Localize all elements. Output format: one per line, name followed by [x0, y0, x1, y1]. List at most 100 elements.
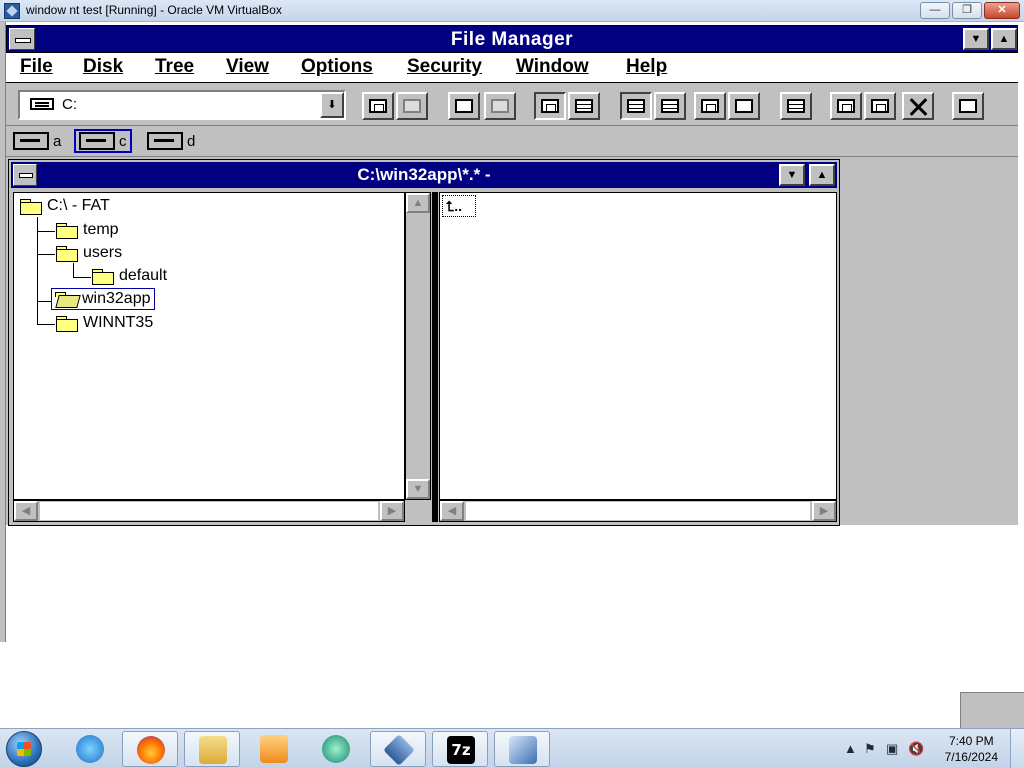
drive-d[interactable]: d	[144, 129, 198, 153]
show-desktop-button[interactable]	[1010, 729, 1024, 768]
menu-tree[interactable]: Tree	[155, 56, 194, 78]
split-bar[interactable]	[432, 192, 438, 522]
drive-select[interactable]: C: ⬇	[18, 90, 346, 120]
network-icon[interactable]: ▣	[886, 741, 898, 757]
scroll-track[interactable]	[40, 502, 378, 520]
scroll-down-button[interactable]: ▼	[406, 479, 430, 499]
stop-sharing-button[interactable]	[484, 92, 516, 120]
sort-by-name-button[interactable]	[620, 92, 652, 120]
host-close-button[interactable]: ✕	[984, 2, 1020, 19]
taskbar-browser[interactable]	[308, 731, 364, 767]
clock-time: 7:40 PM	[948, 734, 994, 748]
minimize-button[interactable]: ▼	[963, 28, 989, 50]
scroll-up-button[interactable]: ▲	[406, 193, 430, 213]
menu-security[interactable]: Security	[407, 56, 482, 78]
scroll-right-button[interactable]: ▶	[380, 501, 404, 521]
tree-horizontal-scrollbar[interactable]: ◀ ▶	[13, 500, 405, 522]
taskbar-virtualbox[interactable]	[370, 731, 426, 767]
tree-item-root[interactable]: C:\ - FAT	[17, 195, 113, 217]
menu-view[interactable]: View	[226, 56, 269, 78]
tree-item-users[interactable]: users	[53, 242, 125, 264]
scroll-left-button[interactable]: ◀	[14, 501, 38, 521]
firefox-icon	[137, 736, 165, 764]
list-view-button[interactable]	[568, 92, 600, 120]
taskbar-file-explorer[interactable]	[184, 731, 240, 767]
tree-vertical-scrollbar[interactable]: ▲ ▼	[405, 192, 431, 500]
sort-by-type-button[interactable]	[654, 92, 686, 120]
vm-screen[interactable]: File Manager ▼ ▲ File Disk Tree View Opt…	[0, 22, 1024, 728]
properties-icon	[735, 99, 753, 113]
drive-select-value: C:	[62, 96, 77, 113]
disconnect-network-drive-icon	[403, 99, 421, 113]
virtualbox-icon	[383, 734, 415, 766]
contents-horizontal-scrollbar[interactable]: ◀ ▶	[439, 500, 837, 522]
parent-directory-entry[interactable]: ⮤..	[442, 195, 476, 217]
paste-button[interactable]	[864, 92, 896, 120]
tree-item-win32app[interactable]: win32app	[51, 288, 155, 310]
taskbar-firefox[interactable]	[122, 731, 178, 767]
directory-window-maximize-button[interactable]: ▲	[809, 164, 835, 186]
taskbar-windows-nt-vm[interactable]	[494, 731, 550, 767]
directory-window-title: C:\win32app\*.* -	[357, 165, 491, 184]
folder-icon	[56, 315, 78, 332]
delete-icon	[909, 99, 927, 113]
action-center-flag-icon[interactable]: ⚑	[864, 741, 876, 757]
large-icons-view-button[interactable]	[534, 92, 566, 120]
drive-select-dropdown-button[interactable]: ⬇	[320, 92, 344, 118]
hard-drive-icon	[30, 98, 54, 110]
taskbar: 7z ▲ ⚑ ▣ 🔇 7:40 PM 7/16/2024	[0, 728, 1024, 768]
menu-options[interactable]: Options	[301, 56, 373, 78]
directory-window-titlebar: C:\win32app\*.* - ▼ ▲	[11, 162, 837, 188]
directory-window-minimize-button[interactable]: ▼	[779, 164, 805, 186]
copy-button[interactable]	[830, 92, 862, 120]
app-titlebar: File Manager ▼ ▲	[6, 25, 1018, 53]
media-player-icon	[260, 735, 288, 763]
toolbar: C: ⬇	[6, 84, 1018, 126]
floppy-drive-icon	[13, 132, 49, 150]
taskbar-media-player[interactable]	[246, 731, 302, 767]
scroll-left-button[interactable]: ◀	[440, 501, 464, 521]
taskbar-7zip[interactable]: 7z	[432, 731, 488, 767]
tree-item-default[interactable]: default	[89, 265, 170, 287]
tree-item-winnt35[interactable]: WINNT35	[53, 312, 156, 334]
menu-help[interactable]: Help	[626, 56, 667, 78]
delete-button[interactable]	[902, 92, 934, 120]
tree-item-label: C:\ - FAT	[47, 197, 110, 214]
tree-item-temp[interactable]: temp	[53, 219, 122, 241]
drive-a[interactable]: a	[10, 129, 64, 153]
sort-by-type-icon	[661, 99, 679, 113]
scroll-right-button[interactable]: ▶	[812, 501, 836, 521]
resize-grip[interactable]	[960, 692, 1024, 728]
file-explorer-icon	[199, 736, 227, 764]
menu-disk[interactable]: Disk	[83, 56, 123, 78]
share-as-button[interactable]	[448, 92, 480, 120]
volume-muted-icon[interactable]: 🔇	[908, 741, 924, 757]
folder-icon	[56, 222, 78, 239]
clock[interactable]: 7:40 PM 7/16/2024	[945, 733, 998, 765]
directory-tree-pane[interactable]: C:\ - FAT temp users default win32app WI…	[13, 192, 405, 500]
clock-date: 7/16/2024	[944, 750, 998, 764]
move-button[interactable]	[780, 92, 812, 120]
taskbar-internet-explorer[interactable]	[62, 731, 118, 767]
new-window-button[interactable]	[694, 92, 726, 120]
copy-icon	[837, 99, 855, 113]
host-maximize-button[interactable]: ❐	[952, 2, 982, 19]
show-hidden-icons-button[interactable]: ▲	[844, 741, 857, 756]
directory-contents-pane[interactable]: ⮤..	[439, 192, 837, 500]
start-button[interactable]	[6, 731, 42, 767]
host-minimize-button[interactable]: —	[920, 2, 950, 19]
disconnect-network-drive-button[interactable]	[396, 92, 428, 120]
menu-file[interactable]: File	[20, 56, 53, 78]
properties-button[interactable]	[728, 92, 760, 120]
security-button[interactable]	[952, 92, 984, 120]
browser-icon	[322, 735, 350, 763]
scroll-track[interactable]	[466, 502, 810, 520]
connect-network-drive-button[interactable]	[362, 92, 394, 120]
tree-item-label: WINNT35	[83, 314, 154, 331]
drive-c[interactable]: c	[74, 129, 132, 153]
windows-nt-vm-icon	[509, 736, 537, 764]
drive-d-label: d	[187, 132, 196, 150]
menu-window[interactable]: Window	[516, 56, 589, 78]
connect-network-drive-icon	[369, 99, 387, 113]
maximize-button[interactable]: ▲	[991, 28, 1017, 50]
